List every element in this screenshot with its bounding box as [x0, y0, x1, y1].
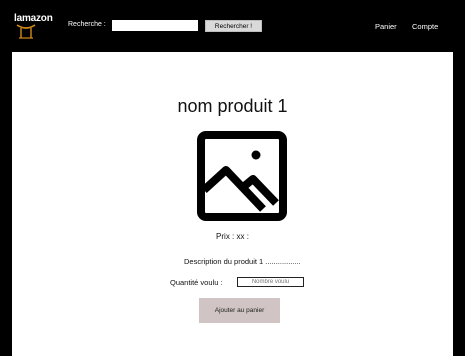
site-logo[interactable]: lamazon [14, 13, 54, 41]
search-button[interactable]: Rechercher ! [205, 20, 262, 32]
product-price: Prix : xx : [216, 232, 249, 241]
quantity-label: Quantité voulu : [170, 278, 223, 287]
product-title: nom produit 1 [177, 96, 288, 116]
image-placeholder-icon [197, 131, 287, 221]
top-navigation-bar: lamazon Recherche : Rechercher ! Panier … [0, 0, 465, 52]
cart-link[interactable]: Panier [375, 22, 397, 31]
product-description: Description du produit 1 ...............… [184, 257, 301, 266]
account-link[interactable]: Compte [412, 22, 438, 31]
quantity-input[interactable] [237, 277, 304, 287]
cart-logo-icon [16, 24, 36, 39]
add-to-cart-button[interactable]: Ajouter au panier [199, 298, 280, 323]
search-label: Recherche : [68, 21, 106, 28]
search-input[interactable] [112, 20, 198, 31]
